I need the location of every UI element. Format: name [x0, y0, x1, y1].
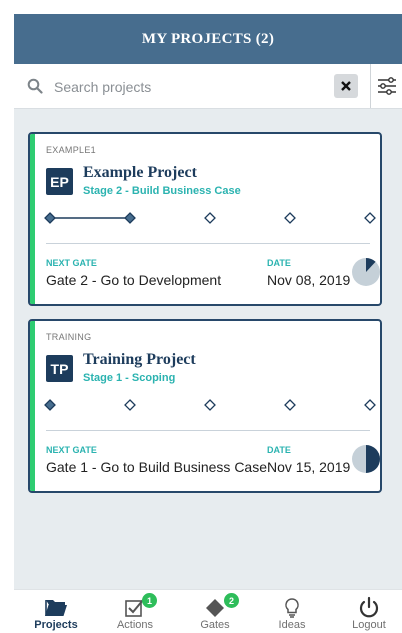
project-name: Training Project — [83, 351, 196, 368]
folder-icon — [45, 600, 67, 616]
date-value: Nov 15, 2019 — [267, 459, 351, 475]
actions-count-badge: 1 — [142, 593, 157, 608]
tab-label: Projects — [34, 619, 78, 631]
project-card-example[interactable]: EXAMPLE1 EP Example Project Stage 2 - Bu… — [28, 132, 382, 306]
bottom-tab-bar: Projects 1 Actions 2 Gates Ideas Logout — [14, 589, 402, 633]
gate-marker-pending — [284, 212, 296, 224]
gate-progress-track — [44, 399, 376, 411]
tab-label: Actions — [116, 619, 154, 631]
search-input[interactable] — [52, 74, 336, 100]
clear-search-button[interactable] — [334, 74, 358, 98]
tab-ideas[interactable]: Ideas — [257, 590, 327, 633]
project-badge: EP — [46, 168, 73, 195]
gate-marker-pending — [364, 212, 376, 224]
gate-marker-pending — [124, 399, 136, 411]
next-gate-label: NEXT GATE — [46, 258, 97, 268]
filter-button[interactable] — [370, 64, 402, 108]
tab-projects[interactable]: Projects — [21, 590, 91, 633]
divider — [46, 243, 370, 244]
tab-logout[interactable]: Logout — [334, 590, 402, 633]
gate-marker-pending — [204, 399, 216, 411]
gate-marker-complete — [44, 399, 56, 411]
divider — [46, 430, 370, 431]
pie-progress-slice — [366, 445, 380, 473]
search-icon — [27, 78, 43, 94]
date-label: DATE — [267, 258, 291, 268]
progress-pie — [352, 445, 380, 473]
project-card-training[interactable]: TRAINING TP Training Project Stage 1 - S… — [28, 319, 382, 493]
gate-marker-pending — [364, 399, 376, 411]
project-badge: TP — [46, 355, 73, 382]
project-name: Example Project — [83, 164, 197, 181]
gate-marker-pending — [284, 399, 296, 411]
gate-marker-pending — [204, 212, 216, 224]
gate-progress-track — [44, 212, 376, 224]
project-tag: EXAMPLE1 — [46, 145, 96, 155]
tab-label: Ideas — [278, 619, 306, 631]
search-bar — [14, 64, 402, 109]
tab-gates[interactable]: 2 Gates — [180, 590, 250, 633]
close-icon — [341, 81, 351, 91]
tab-label: Logout — [352, 619, 386, 631]
tab-label: Gates — [200, 619, 230, 631]
next-gate-value: Gate 2 - Go to Development — [46, 272, 222, 288]
date-label: DATE — [267, 445, 291, 455]
app-screen: MY PROJECTS (2) EXAMPLE1 EP — [14, 14, 402, 633]
gate-marker-complete — [44, 212, 56, 224]
project-tag: TRAINING — [46, 332, 92, 342]
tab-actions[interactable]: 1 Actions — [100, 590, 170, 633]
page-title: MY PROJECTS (2) — [14, 14, 402, 64]
project-stage: Stage 2 - Build Business Case — [83, 185, 241, 197]
power-icon — [359, 596, 379, 618]
progress-pie — [352, 258, 380, 286]
gates-count-badge: 2 — [224, 593, 239, 608]
sliders-icon — [378, 77, 396, 95]
next-gate-label: NEXT GATE — [46, 445, 97, 455]
next-gate-value: Gate 1 - Go to Build Business Case — [46, 459, 267, 475]
lightbulb-icon — [285, 598, 299, 618]
project-stage: Stage 1 - Scoping — [83, 372, 176, 384]
date-value: Nov 08, 2019 — [267, 272, 351, 288]
gate-marker-complete — [124, 212, 136, 224]
